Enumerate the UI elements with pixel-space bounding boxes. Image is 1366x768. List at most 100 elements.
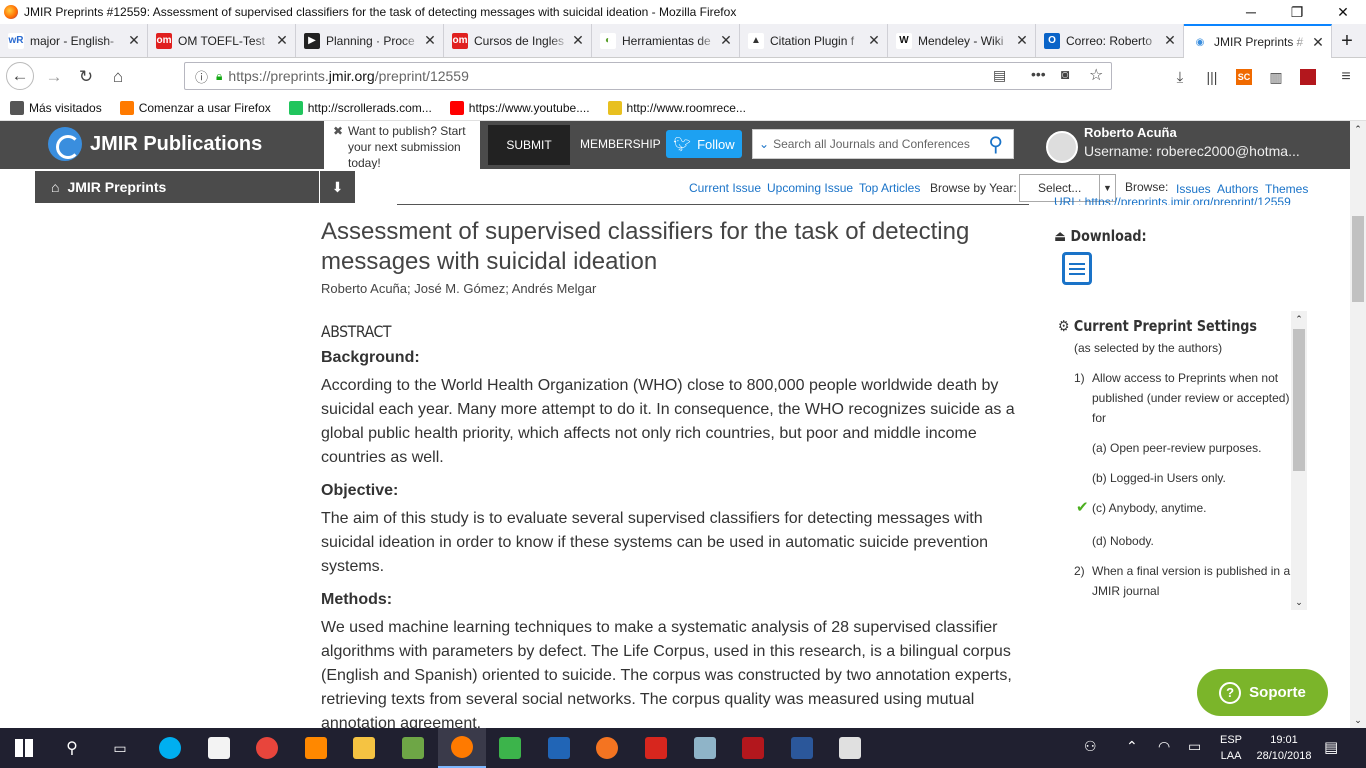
language-indicator[interactable]: ESP LAA <box>1220 732 1242 764</box>
forward-button[interactable]: → <box>40 64 68 90</box>
taskbar-app[interactable] <box>146 728 194 768</box>
jmir-preprints-nav[interactable]: ⌂ JMIR Preprints <box>35 171 319 203</box>
wifi-icon[interactable]: ◠ <box>1158 738 1170 755</box>
chevron-up-icon[interactable]: ⌃ <box>1291 311 1307 327</box>
library-icon[interactable]: ||| <box>1198 64 1226 90</box>
notifications-icon[interactable]: ▤ <box>1324 738 1338 756</box>
close-tab-icon[interactable]: ✕ <box>421 32 439 49</box>
page-actions-icon[interactable]: ••• <box>1031 66 1046 82</box>
browser-tab[interactable]: ◐ Herramientas de ✕ <box>592 24 740 57</box>
taskbar-app[interactable] <box>681 728 729 768</box>
clock[interactable]: 19:01 28/10/2018 <box>1256 732 1312 764</box>
upcoming-issue-link[interactable]: Upcoming Issue <box>767 181 853 195</box>
taskbar-app[interactable] <box>340 728 388 768</box>
sc-extension-icon[interactable]: SC <box>1236 69 1252 85</box>
preprints-dropdown-button[interactable]: ⬇ <box>320 171 355 203</box>
url-text[interactable]: https://preprints.jmir.org/preprint/1255… <box>228 68 468 84</box>
url-link[interactable]: URL: https://preprints.jmir.org/preprint… <box>1054 195 1304 205</box>
battery-icon[interactable]: ▭ <box>1188 738 1201 755</box>
want-to-publish-banner[interactable]: ✖ Want to publish? Start your next submis… <box>324 121 480 170</box>
close-tab-icon[interactable]: ✕ <box>717 32 735 49</box>
browser-tab[interactable]: om Cursos de Ingles ✕ <box>444 24 592 57</box>
sidebar-icon[interactable]: ▥ <box>1262 64 1290 90</box>
taskbar-app[interactable] <box>535 728 583 768</box>
scrollbar-thumb[interactable] <box>1293 329 1305 471</box>
themes-link[interactable]: Themes <box>1265 182 1308 196</box>
taskbar-app[interactable] <box>389 728 437 768</box>
bookmark-item[interactable]: https://www.youtube.... <box>449 101 590 115</box>
browser-tab[interactable]: wR major - English- ✕ <box>0 24 148 57</box>
chevron-down-icon[interactable]: ⌄ <box>1350 712 1366 728</box>
search-input[interactable]: ⌄ Search all Journals and Conferences ⚲ <box>752 129 1014 159</box>
bookmark-item[interactable]: Comenzar a usar Firefox <box>119 101 271 115</box>
pocket-icon[interactable]: ◙ <box>1061 66 1069 82</box>
taskbar-app[interactable] <box>243 728 291 768</box>
browser-tab[interactable]: om OM TOEFL-Test ✕ <box>148 24 296 57</box>
search-icon[interactable]: ⚲ <box>48 728 96 768</box>
search-icon[interactable]: ⚲ <box>988 132 1003 157</box>
taskbar-app[interactable] <box>195 728 243 768</box>
browser-tab[interactable]: ▶ Planning · Proce ✕ <box>296 24 444 57</box>
address-bar[interactable]: ⓘ 🔒︎ https://preprints.jmir.org/preprint… <box>184 62 1112 90</box>
article-authors[interactable]: Roberto Acuña; José M. Gómez; Andrés Mel… <box>321 281 1021 296</box>
settings-scrollbar[interactable]: ⌃ ⌄ <box>1291 311 1307 610</box>
close-window-button[interactable]: ✕ <box>1320 0 1366 24</box>
bookmark-item[interactable]: http://www.roomrece... <box>607 101 746 115</box>
close-tab-icon[interactable]: ✕ <box>1309 34 1327 51</box>
browser-tab[interactable]: ▲ Citation Plugin f ✕ <box>740 24 888 57</box>
membership-link[interactable]: MEMBERSHIP <box>580 137 661 151</box>
mendeley-extension-icon[interactable] <box>1300 69 1316 85</box>
taskbar-app[interactable] <box>826 728 874 768</box>
page-scrollbar[interactable]: ⌃ ⌄ <box>1350 121 1366 728</box>
restore-button[interactable]: ❐ <box>1274 0 1320 24</box>
issues-link[interactable]: Issues <box>1176 182 1211 196</box>
taskbar-app[interactable] <box>729 728 777 768</box>
chevron-up-icon[interactable]: ⌃ <box>1126 738 1138 755</box>
support-button[interactable]: ? Soporte <box>1197 669 1328 716</box>
browser-tab[interactable]: W Mendeley - Wiki ✕ <box>888 24 1036 57</box>
scrollbar-thumb[interactable] <box>1352 216 1364 302</box>
taskbar-app[interactable] <box>583 728 631 768</box>
twitter-follow-button[interactable]: 🐦︎ Follow <box>666 130 742 158</box>
minimize-button[interactable]: ─ <box>1228 0 1274 24</box>
current-issue-link[interactable]: Current Issue <box>689 181 761 195</box>
home-button[interactable]: ⌂ <box>104 64 132 90</box>
submit-button[interactable]: SUBMIT <box>488 125 570 165</box>
downloads-icon[interactable]: ⤓ <box>1166 64 1194 90</box>
bookmark-star-icon[interactable]: ☆ <box>1089 65 1103 85</box>
close-tab-icon[interactable]: ✕ <box>1013 32 1031 49</box>
reload-button[interactable]: ↻ <box>72 64 100 90</box>
browser-tab[interactable]: O Correo: Roberto ✕ <box>1036 24 1184 57</box>
chevron-down-icon[interactable]: ⌄ <box>759 137 769 151</box>
start-button[interactable] <box>0 728 48 768</box>
close-tab-icon[interactable]: ✕ <box>865 32 883 49</box>
taskbar-app[interactable] <box>778 728 826 768</box>
close-tab-icon[interactable]: ✕ <box>1161 32 1179 49</box>
bookmark-item[interactable]: http://scrollerads.com... <box>288 101 432 115</box>
close-tab-icon[interactable]: ✕ <box>125 32 143 49</box>
chevron-up-icon[interactable]: ⌃ <box>1350 121 1366 137</box>
taskbar-app[interactable] <box>632 728 680 768</box>
back-button[interactable]: ← <box>6 62 34 90</box>
bookmark-item[interactable]: Más visitados <box>10 101 102 115</box>
taskbar-app[interactable] <box>486 728 534 768</box>
people-icon[interactable]: ⚇ <box>1084 738 1097 755</box>
close-icon[interactable]: ✖ <box>333 123 343 139</box>
browser-tab[interactable]: ◉ JMIR Preprints # ✕ <box>1184 24 1332 58</box>
bookmark-icon <box>288 101 303 115</box>
taskbar-app[interactable] <box>437 728 486 768</box>
task-view-icon[interactable]: ▭ <box>96 728 144 768</box>
close-tab-icon[interactable]: ✕ <box>273 32 291 49</box>
document-download-icon[interactable] <box>1062 252 1092 285</box>
chevron-down-icon[interactable]: ⌄ <box>1291 594 1307 610</box>
jmir-logo[interactable]: JMIR Publications <box>48 127 262 161</box>
info-icon[interactable]: ⓘ <box>195 67 208 86</box>
avatar[interactable] <box>1046 131 1078 163</box>
reader-view-icon[interactable]: ▤ <box>993 67 1006 84</box>
new-tab-button[interactable]: + <box>1334 28 1360 54</box>
menu-icon[interactable]: ≡ <box>1332 64 1360 90</box>
top-articles-link[interactable]: Top Articles <box>859 181 920 195</box>
taskbar-app[interactable] <box>292 728 340 768</box>
close-tab-icon[interactable]: ✕ <box>569 32 587 49</box>
authors-link[interactable]: Authors <box>1217 182 1258 196</box>
